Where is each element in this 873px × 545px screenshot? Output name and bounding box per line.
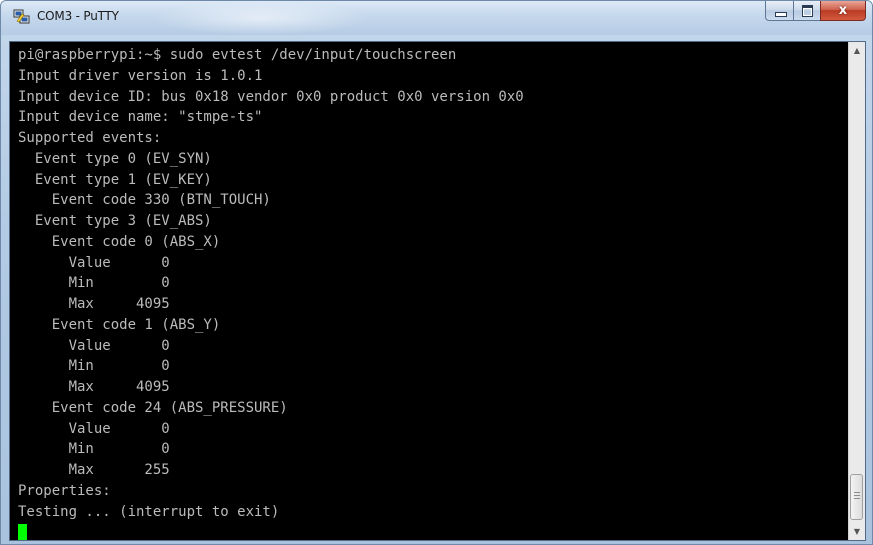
arrow-up-icon: ▲: [853, 46, 861, 55]
minimize-button[interactable]: [765, 1, 793, 21]
terminal-line: Value 0: [18, 254, 170, 271]
terminal-prompt-line: [18, 522, 524, 540]
terminal-line: Properties:: [18, 482, 111, 499]
terminal-line: Supported events:: [18, 130, 162, 146]
putty-window: COM3 - PuTTY x pi@raspberrypi:~$ sudo ev…: [0, 0, 873, 545]
minimize-icon: [775, 12, 787, 17]
terminal-line: Value 0: [18, 420, 170, 437]
close-icon: x: [838, 3, 848, 18]
terminal-line: Min 0: [18, 441, 170, 458]
scroll-up-button[interactable]: ▲: [849, 42, 865, 59]
terminal-line: pi@raspberrypi:~$ sudo evtest /dev/input…: [18, 47, 457, 63]
terminal-line: Input driver version is 1.0.1: [18, 67, 263, 84]
terminal-line: Event code 24 (ABS_PRESSURE): [18, 399, 288, 416]
arrow-down-icon: ▼: [853, 527, 861, 536]
terminal-line: Input device ID: bus 0x18 vendor 0x0 pro…: [18, 88, 524, 105]
terminal-line: Event code 1 (ABS_Y): [18, 316, 221, 333]
maximize-icon: [802, 5, 813, 17]
terminal-line: Max 4095: [18, 296, 170, 312]
vertical-scrollbar[interactable]: ▲ ▼: [848, 42, 865, 540]
putty-icon[interactable]: [13, 9, 31, 25]
terminal-line: Event type 0 (EV_SYN): [18, 150, 212, 167]
caption-buttons: x: [765, 1, 866, 23]
terminal-line: Event type 3 (EV_ABS): [18, 213, 212, 229]
window-title: COM3 - PuTTY: [37, 9, 119, 23]
terminal-line: Value 0: [18, 337, 170, 354]
terminal-line: Max 255: [18, 462, 170, 478]
close-button[interactable]: x: [820, 1, 866, 21]
terminal-line: Event code 0 (ABS_X): [18, 233, 221, 250]
terminal-cursor: [18, 523, 27, 540]
terminal-line: Min 0: [18, 275, 170, 292]
grip-icon: [854, 492, 860, 501]
terminal-line: Max 4095: [18, 379, 170, 395]
scroll-down-button[interactable]: ▼: [849, 523, 865, 540]
scrollbar-thumb[interactable]: [850, 474, 863, 520]
terminal-line: Min 0: [18, 358, 170, 375]
title-glow: [151, 1, 371, 35]
maximize-button[interactable]: [793, 1, 820, 21]
terminal-output: pi@raspberrypi:~$ sudo evtest /dev/input…: [18, 45, 524, 540]
client-area: pi@raspberrypi:~$ sudo evtest /dev/input…: [9, 41, 866, 541]
terminal-screen[interactable]: pi@raspberrypi:~$ sudo evtest /dev/input…: [10, 42, 848, 540]
title-bar[interactable]: COM3 - PuTTY x: [1, 1, 872, 35]
terminal-line: Input device name: "stmpe-ts": [18, 109, 263, 126]
terminal-line: Event code 330 (BTN_TOUCH): [18, 192, 271, 209]
terminal-line: Event type 1 (EV_KEY): [18, 171, 212, 188]
terminal-line: Testing ... (interrupt to exit): [18, 503, 280, 520]
